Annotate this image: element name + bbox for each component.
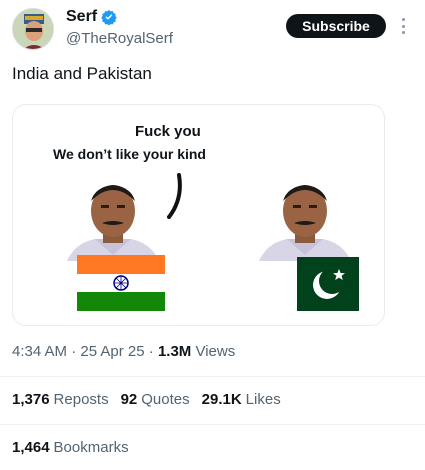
views-label: Views — [195, 343, 236, 360]
pakistan-flag-icon — [297, 257, 359, 311]
verified-badge-icon — [101, 10, 117, 25]
engagement-stats: 1,376 Reposts 92 Quotes 29.1K Likes — [12, 391, 281, 408]
meta-separator: · — [148, 343, 154, 360]
tweet-detail: Serf @TheRoyalSerf Subscribe India and P… — [0, 0, 425, 470]
reposts-label: Reposts — [53, 391, 109, 408]
tweet-date[interactable]: 25 Apr 25 — [80, 343, 144, 360]
quotes-label: Quotes — [141, 391, 190, 408]
more-options-icon[interactable] — [398, 16, 408, 36]
tweet-time[interactable]: 4:34 AM — [12, 343, 67, 360]
quotes-stat[interactable]: 92 Quotes — [121, 391, 190, 408]
india-flag-icon — [77, 255, 165, 311]
subscribe-button[interactable]: Subscribe — [286, 14, 386, 38]
bookmarks-count: 1,464 — [12, 439, 50, 456]
tweet-text: India and Pakistan — [12, 64, 152, 83]
speech-tail-icon — [167, 173, 182, 219]
right-man-image — [259, 185, 351, 261]
reposts-count: 1,376 — [12, 391, 50, 408]
likes-stat[interactable]: 29.1K Likes — [202, 391, 281, 408]
author-name[interactable]: Serf — [66, 8, 117, 26]
bookmarks-stat: 1,464 Bookmarks — [12, 439, 129, 456]
meme-caption-line1: Fuck you — [135, 123, 201, 140]
divider — [0, 376, 425, 377]
bookmarks-label: Bookmarks — [53, 439, 129, 456]
likes-label: Likes — [245, 391, 281, 408]
left-man-image — [67, 185, 159, 261]
likes-count: 29.1K — [201, 391, 242, 408]
views-count: 1.3M — [157, 343, 192, 360]
author-handle[interactable]: @TheRoyalSerf — [66, 30, 173, 47]
divider — [0, 424, 425, 425]
meme-caption-line2: We don’t like your kind — [53, 146, 206, 162]
quotes-count: 92 — [120, 391, 138, 408]
tweet-meta: 4:34 AM · 25 Apr 25 · 1.3M Views — [12, 343, 235, 360]
avatar[interactable] — [12, 8, 54, 50]
author-display-name[interactable]: Serf — [66, 8, 97, 26]
tweet-media-image[interactable]: Fuck you We don’t like your kind — [12, 104, 385, 326]
meta-separator: · — [71, 343, 77, 360]
reposts-stat[interactable]: 1,376 Reposts — [12, 391, 109, 408]
